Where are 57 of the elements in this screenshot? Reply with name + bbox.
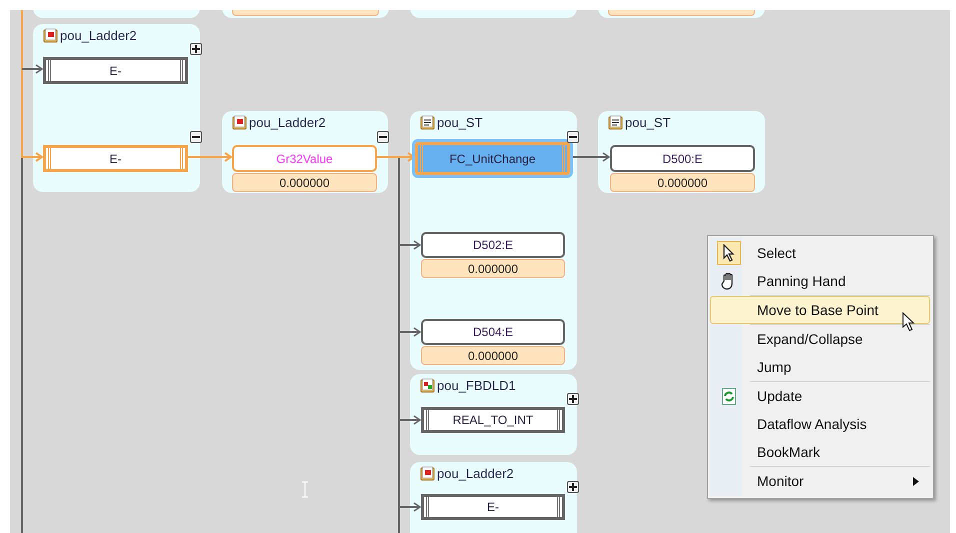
group-title: pou_Ladder2 <box>249 114 326 132</box>
menu-item[interactable]: Jump <box>710 353 930 381</box>
function-block[interactable]: E- <box>421 494 565 520</box>
menu-item[interactable]: Update <box>710 382 930 410</box>
menu-item[interactable]: Move to Base Point <box>710 296 930 324</box>
submenu-arrow-icon <box>913 476 919 486</box>
expand-button[interactable] <box>567 481 579 493</box>
collapse-button[interactable] <box>377 131 389 143</box>
menu-item[interactable]: Select <box>710 239 930 267</box>
mouse-pointer-icon <box>902 312 916 332</box>
variable-block[interactable]: D502:E <box>421 232 565 258</box>
document-icon <box>420 466 435 482</box>
value-display: 0.000000 <box>421 259 565 278</box>
refresh-icon <box>722 388 736 404</box>
collapse-button[interactable] <box>190 131 202 143</box>
document-icon <box>232 115 247 130</box>
function-block[interactable]: E- <box>43 57 188 84</box>
collapse-button[interactable] <box>567 131 579 143</box>
pointer-icon <box>722 244 736 262</box>
group-title: pou_ST <box>625 114 671 132</box>
menu-item[interactable]: Dataflow Analysis <box>710 410 930 438</box>
connector-arrow <box>399 240 421 250</box>
value-display: 0.000000 <box>610 173 755 192</box>
group-title: pou_Ladder2 <box>437 465 514 483</box>
menu-item[interactable]: Panning Hand <box>710 267 930 295</box>
expand-button[interactable] <box>567 393 579 405</box>
plus-icon <box>192 45 200 53</box>
minus-icon <box>192 133 200 141</box>
connector-arrow <box>188 152 232 162</box>
document-icon <box>420 115 435 130</box>
function-block[interactable]: REAL_TO_INT <box>421 407 565 433</box>
expand-button[interactable] <box>190 43 202 55</box>
function-block[interactable]: FC_UnitChange <box>415 142 570 175</box>
value-display: 0.000000 <box>232 173 377 192</box>
plus-icon <box>569 483 577 491</box>
plus-icon <box>569 395 577 403</box>
text-cursor-icon <box>301 481 309 498</box>
group-title: pou_Ladder2 <box>60 27 137 45</box>
menu-item[interactable]: Monitor <box>710 467 930 495</box>
value-display: 0.000000 <box>421 346 565 365</box>
group-title: pou_FBDLD1 <box>437 377 516 395</box>
connector-arrow <box>570 152 610 162</box>
document-icon <box>608 115 623 130</box>
menu-item[interactable]: Expand/Collapse <box>710 325 930 353</box>
document-icon <box>420 378 435 394</box>
function-block[interactable]: E- <box>43 145 188 172</box>
menu-item[interactable]: BookMark <box>710 438 930 466</box>
connector-arrow <box>377 152 415 162</box>
minus-icon <box>379 133 387 141</box>
connector-arrow <box>399 327 421 337</box>
minus-icon <box>569 133 577 141</box>
connector-arrow <box>399 415 421 425</box>
variable-block[interactable]: D500:E <box>610 145 755 172</box>
variable-block[interactable]: D504:E <box>421 319 565 345</box>
document-icon <box>43 28 58 44</box>
connector-arrow <box>399 502 421 512</box>
group-title: pou_ST <box>437 114 483 132</box>
